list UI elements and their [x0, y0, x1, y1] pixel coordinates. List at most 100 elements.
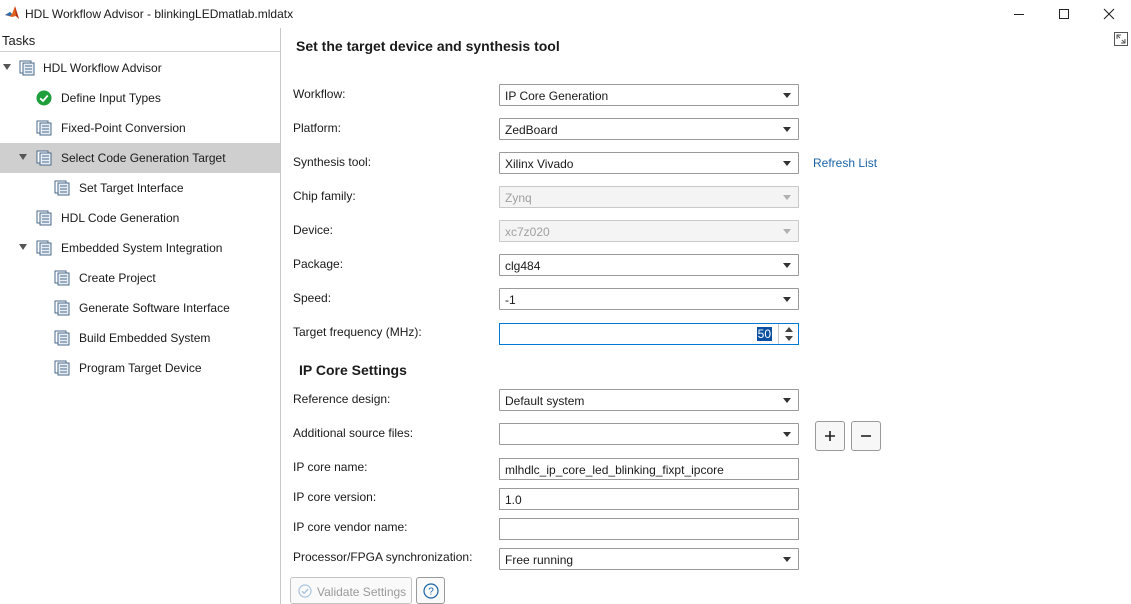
workflow-dropdown[interactable]: IP Core Generation: [499, 84, 799, 106]
workflow-label: Workflow:: [293, 87, 346, 101]
ip-core-version-label: IP core version:: [293, 490, 377, 504]
tree-item-label: Define Input Types: [61, 91, 161, 105]
ip-core-vendor-name-label: IP core vendor name:: [293, 520, 408, 534]
tree-item-define-input-types[interactable]: Define Input Types: [0, 83, 280, 113]
target-frequency-spinner[interactable]: 50: [499, 323, 799, 345]
help-icon: ?: [422, 582, 439, 599]
refresh-list-link[interactable]: Refresh List: [813, 156, 877, 170]
minimize-button[interactable]: [996, 0, 1042, 28]
validate-settings-label: Validate Settings: [317, 585, 407, 599]
expand-arrow-icon[interactable]: [19, 244, 27, 250]
chevron-down-icon: [783, 432, 791, 437]
close-button[interactable]: [1086, 0, 1131, 28]
chip-family-dropdown: Zynq: [499, 186, 799, 208]
remove-source-file-button[interactable]: [851, 421, 881, 451]
ip-core-vendor-name-field[interactable]: [499, 518, 799, 540]
tasks-divider: [0, 51, 281, 52]
task-folder-icon: [36, 150, 52, 166]
reference-design-value: Default system: [505, 394, 585, 408]
sync-label: Processor/FPGA synchronization:: [293, 550, 473, 564]
speed-label: Speed:: [293, 291, 332, 305]
task-icon: [54, 180, 70, 196]
speed-dropdown[interactable]: -1: [499, 288, 799, 310]
task-icon: [54, 270, 70, 286]
tree-item-label: Fixed-Point Conversion: [61, 121, 186, 135]
chevron-down-icon: [783, 557, 791, 562]
device-value: xc7z020: [505, 225, 550, 239]
tree-item-hdl-workflow-advisor[interactable]: HDL Workflow Advisor: [0, 53, 280, 83]
expand-arrow-icon[interactable]: [19, 154, 27, 160]
tree-item-generate-software-interface[interactable]: Generate Software Interface: [0, 293, 280, 323]
platform-dropdown[interactable]: ZedBoard: [499, 118, 799, 140]
spin-down-icon[interactable]: [785, 336, 793, 341]
page-title: Set the target device and synthesis tool: [296, 38, 560, 54]
tree-item-label: HDL Code Generation: [61, 211, 180, 225]
chevron-down-icon: [783, 161, 791, 166]
window-title: HDL Workflow Advisor - blinkingLEDmatlab…: [25, 7, 294, 21]
tree-item-label: Embedded System Integration: [61, 241, 223, 255]
tree-item-set-target-interface[interactable]: Set Target Interface: [0, 173, 280, 203]
tree-item-label: Select Code Generation Target: [61, 151, 226, 165]
package-dropdown[interactable]: clg484: [499, 254, 799, 276]
synthesis-tool-dropdown[interactable]: Xilinx Vivado: [499, 152, 799, 174]
minus-icon: [861, 435, 871, 437]
validate-settings-button[interactable]: Validate Settings: [290, 577, 412, 604]
chevron-down-icon: [783, 229, 791, 234]
speed-value: -1: [505, 293, 516, 307]
target-frequency-value[interactable]: 50: [756, 327, 772, 341]
help-glyph: ?: [428, 586, 434, 597]
expand-arrow-icon[interactable]: [3, 64, 11, 70]
task-icon: [54, 360, 70, 376]
synthesis-tool-label: Synthesis tool:: [293, 155, 372, 169]
chevron-down-icon: [783, 93, 791, 98]
tree-item-label: Build Embedded System: [79, 331, 211, 345]
task-icon: [54, 330, 70, 346]
tree-item-select-code-generation-target[interactable]: Select Code Generation Target: [0, 143, 280, 173]
help-button[interactable]: ?: [416, 577, 445, 604]
expand-panel-icon[interactable]: [1113, 31, 1129, 47]
target-frequency-label: Target frequency (MHz):: [293, 325, 422, 339]
tree-item-label: Create Project: [79, 271, 156, 285]
ip-core-version-field[interactable]: 1.0: [499, 488, 799, 510]
maximize-button[interactable]: [1041, 0, 1087, 28]
add-source-file-button[interactable]: [815, 421, 845, 451]
tree-item-create-project[interactable]: Create Project: [0, 263, 280, 293]
task-icon: [36, 120, 52, 136]
task-icon: [54, 300, 70, 316]
chip-family-label: Chip family:: [293, 189, 356, 203]
plus-icon: [825, 431, 835, 441]
spin-up-icon[interactable]: [785, 327, 793, 332]
device-dropdown: xc7z020: [499, 220, 799, 242]
tree-item-label: HDL Workflow Advisor: [43, 61, 162, 75]
matlab-logo-icon: [5, 6, 19, 19]
task-folder-icon: [36, 240, 52, 256]
ip-core-name-field[interactable]: mlhdlc_ip_core_led_blinking_fixpt_ipcore: [499, 458, 799, 480]
ip-core-name-value: mlhdlc_ip_core_led_blinking_fixpt_ipcore: [505, 463, 724, 477]
chevron-down-icon: [783, 263, 791, 268]
settings-panel: Set the target device and synthesis tool…: [282, 28, 1131, 604]
synthesis-tool-value: Xilinx Vivado: [505, 157, 574, 171]
tree-item-program-target-device[interactable]: Program Target Device: [0, 353, 280, 383]
title-bar: HDL Workflow Advisor - blinkingLEDmatlab…: [0, 0, 1131, 28]
workflow-value: IP Core Generation: [505, 89, 609, 103]
spinner-buttons[interactable]: [778, 324, 798, 344]
reference-design-dropdown[interactable]: Default system: [499, 389, 799, 411]
additional-source-files-dropdown[interactable]: [499, 423, 799, 445]
platform-label: Platform:: [293, 121, 342, 135]
tree-item-build-embedded-system[interactable]: Build Embedded System: [0, 323, 280, 353]
additional-source-files-label: Additional source files:: [293, 426, 414, 440]
ip-core-name-label: IP core name:: [293, 460, 368, 474]
reference-design-label: Reference design:: [293, 392, 391, 406]
tasks-panel: Tasks HDL Workflow Advisor Define Input …: [0, 28, 281, 604]
tree-item-hdl-code-generation[interactable]: HDL Code Generation: [0, 203, 280, 233]
device-label: Device:: [293, 223, 334, 237]
maximize-icon: [1059, 9, 1069, 19]
tree-item-embedded-system-integration[interactable]: Embedded System Integration: [0, 233, 280, 263]
minimize-icon: [1014, 14, 1024, 15]
sync-value: Free running: [505, 553, 574, 567]
sync-dropdown[interactable]: Free running: [499, 548, 799, 570]
tree-item-fixed-point-conversion[interactable]: Fixed-Point Conversion: [0, 113, 280, 143]
platform-value: ZedBoard: [505, 123, 558, 137]
tree-item-label: Generate Software Interface: [79, 301, 230, 315]
package-label: Package:: [293, 257, 344, 271]
